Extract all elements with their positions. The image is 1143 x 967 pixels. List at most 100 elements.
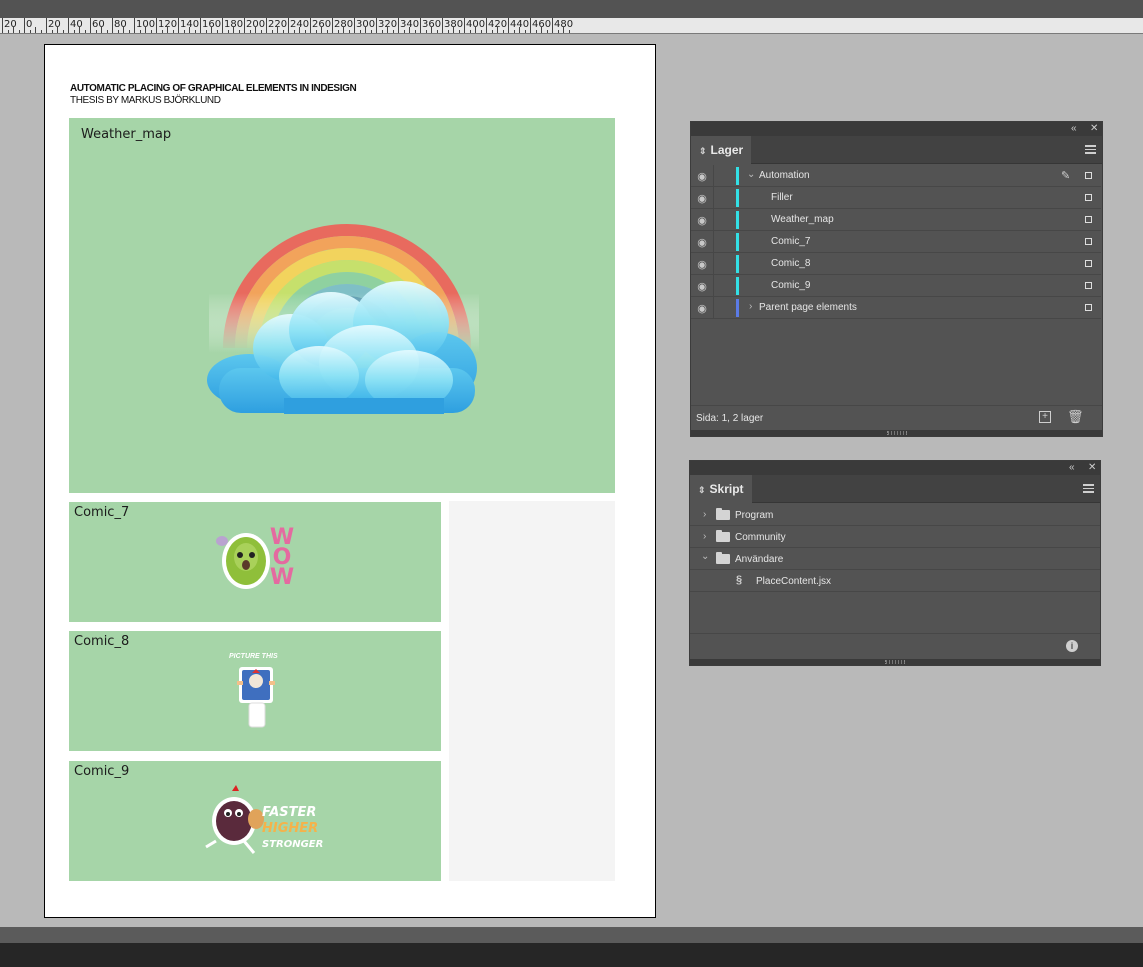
layer-row-comic-9[interactable]: ◉ Comic_9 [691, 275, 1101, 297]
ruler-major-tick [508, 18, 509, 33]
comic-9-frame[interactable]: Comic_9 FASTER HIGHER STRONGER [69, 761, 441, 881]
ruler-minor-tick [359, 30, 361, 33]
comic-8-frame[interactable]: Comic_8 PICTURE THIS [69, 631, 441, 751]
layers-panel-titlebar[interactable]: « ✕ [691, 122, 1102, 136]
ruler-label: 20 [4, 19, 17, 30]
ruler-minor-tick [414, 30, 416, 33]
layer-row-comic-8[interactable]: ◉ Comic_8 [691, 253, 1101, 275]
layer-row-weather-map[interactable]: ◉ Weather_map [691, 209, 1101, 231]
selection-square-icon[interactable] [1085, 172, 1092, 179]
tab-stepper-icon: ⇕ [699, 146, 707, 156]
ruler-minor-tick [392, 30, 394, 33]
scripts-panel-titlebar[interactable]: « ✕ [690, 461, 1100, 475]
tab-lager[interactable]: ⇕ Lager [691, 136, 752, 164]
lock-column[interactable] [713, 209, 714, 231]
ruler-label: 80 [114, 19, 127, 30]
script-file-placecontent[interactable]: § PlaceContent.jsx [690, 570, 1100, 592]
ruler-major-tick [288, 18, 289, 33]
layer-color-swatch [736, 277, 739, 295]
ruler-major-tick [442, 18, 443, 33]
close-panel-icon[interactable]: ✕ [1088, 462, 1096, 474]
script-folder-anvandare[interactable]: ⌄ Användare [690, 548, 1100, 570]
delete-layer-icon[interactable]: 🗑 [1067, 409, 1084, 425]
panel-menu-icon[interactable] [1083, 484, 1094, 493]
lock-column[interactable] [713, 275, 714, 297]
ruler-minor-tick [535, 30, 537, 33]
lock-column[interactable] [713, 187, 714, 209]
visibility-eye-icon[interactable]: ◉ [695, 192, 709, 205]
visibility-eye-icon[interactable]: ◉ [695, 280, 709, 293]
close-panel-icon[interactable]: ✕ [1090, 123, 1098, 135]
filler-frame[interactable] [449, 501, 615, 881]
selection-square-icon[interactable] [1085, 260, 1092, 267]
horizontal-ruler[interactable]: 20 0 20 40 60 80 100 120 140 160 180 200 220 240 260 28… [0, 18, 1143, 34]
panel-resize-grip[interactable] [691, 430, 1102, 436]
ruler-major-tick [156, 18, 157, 33]
pencil-icon: ✎ [1061, 170, 1071, 182]
layer-row-filler[interactable]: ◉ Filler [691, 187, 1101, 209]
panel-menu-icon[interactable] [1085, 145, 1096, 154]
layer-color-swatch [736, 211, 739, 229]
layer-row-comic-7[interactable]: ◉ Comic_7 [691, 231, 1101, 253]
ruler-major-tick [200, 18, 201, 33]
layer-row-automation[interactable]: ◉ ⌄ Automation ✎ [691, 165, 1101, 187]
expand-chevron-icon[interactable]: ⌄ [701, 551, 709, 562]
expand-chevron-icon[interactable]: › [703, 531, 706, 542]
panel-resize-grip[interactable] [690, 659, 1100, 665]
collapse-panel-icon[interactable]: « [1071, 123, 1077, 135]
lock-column[interactable] [713, 165, 714, 187]
expand-chevron-icon[interactable]: ⌄ [747, 169, 755, 180]
expand-chevron-icon[interactable]: › [749, 301, 752, 312]
script-folder-name: Användare [735, 554, 784, 565]
ruler-major-tick [178, 18, 179, 33]
document-page[interactable]: AUTOMATIC PLACING OF GRAPHICAL ELEMENTS … [44, 44, 656, 918]
selection-square-icon[interactable] [1085, 238, 1092, 245]
collapse-panel-icon[interactable]: « [1069, 462, 1075, 474]
selection-square-icon[interactable] [1085, 194, 1092, 201]
ruler-minor-tick [101, 27, 102, 33]
visibility-eye-icon[interactable]: ◉ [695, 214, 709, 227]
ruler-minor-tick [51, 30, 53, 33]
ruler-minor-tick [150, 30, 152, 33]
script-folder-community[interactable]: › Community [690, 526, 1100, 548]
script-folder-program[interactable]: › Program [690, 504, 1100, 526]
ruler-minor-tick [249, 30, 251, 33]
new-layer-icon[interactable]: + [1039, 411, 1051, 423]
ruler-minor-tick [447, 30, 449, 33]
ruler-minor-tick [502, 30, 504, 33]
ruler-minor-tick [194, 30, 196, 33]
ruler-label: 20 [48, 19, 61, 30]
rainbow-cloud-illustration [207, 224, 479, 414]
ruler-minor-tick [79, 27, 80, 33]
selection-square-icon[interactable] [1085, 216, 1092, 223]
ruler-minor-tick [315, 30, 317, 33]
ruler-minor-tick [403, 30, 405, 33]
layer-row-parent-page-elements[interactable]: ◉ › Parent page elements [691, 297, 1101, 319]
comic-7-frame[interactable]: Comic_7 WOW [69, 502, 441, 622]
ruler-major-tick [222, 18, 223, 33]
ruler-major-tick [398, 18, 399, 33]
ruler-minor-tick [563, 27, 564, 33]
comic-8-label: Comic_8 [74, 634, 130, 649]
visibility-eye-icon[interactable]: ◉ [695, 170, 709, 183]
ruler-minor-tick [321, 27, 322, 33]
selection-square-icon[interactable] [1085, 304, 1092, 311]
lock-column[interactable] [713, 253, 714, 275]
comic-8-caption: PICTURE THIS [229, 653, 278, 660]
ruler-minor-tick [387, 27, 388, 33]
visibility-eye-icon[interactable]: ◉ [695, 258, 709, 271]
folder-icon [716, 530, 730, 542]
ruler-minor-tick [161, 30, 163, 33]
expand-chevron-icon[interactable]: › [703, 509, 706, 520]
folder-icon [716, 552, 730, 564]
lock-column[interactable] [713, 297, 714, 319]
layer-name: Filler [771, 192, 793, 203]
selection-square-icon[interactable] [1085, 282, 1092, 289]
weather-map-frame[interactable]: Weather_map [69, 118, 615, 493]
info-icon[interactable]: i [1066, 640, 1078, 652]
visibility-eye-icon[interactable]: ◉ [695, 302, 709, 315]
tab-skript[interactable]: ⇕ Skript [690, 475, 752, 503]
lock-column[interactable] [713, 231, 714, 253]
ruler-minor-tick [73, 30, 75, 33]
visibility-eye-icon[interactable]: ◉ [695, 236, 709, 249]
